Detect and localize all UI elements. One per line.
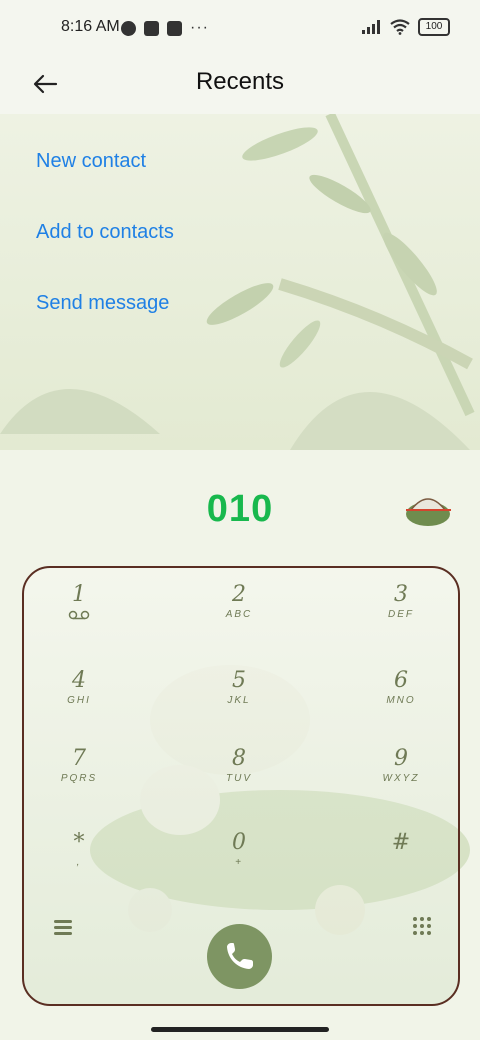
signal-icon <box>362 20 380 34</box>
status-bar: 8:16 AM ··· 100 <box>0 0 480 56</box>
key-4[interactable]: 4 GHI <box>24 668 134 738</box>
upload-icon <box>167 20 182 36</box>
more-notifications-icon: ··· <box>190 19 209 36</box>
key-8[interactable]: 8 TUV <box>184 746 294 816</box>
dialpad-icon[interactable] <box>412 916 432 938</box>
wifi-icon <box>390 19 410 35</box>
add-to-contacts-link[interactable]: Add to contacts <box>36 221 174 244</box>
key-hash[interactable]: # <box>346 830 456 900</box>
status-time: 8:16 AM <box>61 18 120 35</box>
send-message-link[interactable]: Send message <box>36 292 169 315</box>
key-6[interactable]: 6 MNO <box>346 668 456 738</box>
key-7[interactable]: 7 PQRS <box>24 746 134 816</box>
page-title: Recents <box>195 68 285 95</box>
notification-icons: ··· <box>121 19 209 37</box>
call-button[interactable] <box>207 924 272 989</box>
battery-icon: 100 <box>418 18 450 36</box>
app-notification-icon <box>144 20 159 36</box>
rice-dumpling-icon <box>406 498 451 526</box>
voicemail-icon <box>68 610 90 620</box>
new-contact-link[interactable]: New contact <box>36 150 146 173</box>
key-3[interactable]: 3 DEF <box>346 582 456 652</box>
key-0[interactable]: 0 + <box>184 830 294 900</box>
key-2[interactable]: 2 ABC <box>184 582 294 652</box>
app-notification-icon <box>121 20 136 36</box>
menu-icon[interactable] <box>54 919 74 935</box>
phone-icon <box>227 943 253 969</box>
home-indicator[interactable] <box>151 1027 329 1032</box>
system-icons: 100 <box>362 18 450 36</box>
app-header: Recents <box>0 56 480 114</box>
key-9[interactable]: 9 WXYZ <box>346 746 456 816</box>
key-star[interactable]: * , <box>24 830 134 900</box>
menu-panel: New contact Add to contacts Send message <box>0 114 480 450</box>
key-5[interactable]: 5 JKL <box>184 668 294 738</box>
key-1[interactable]: 1 <box>24 582 134 652</box>
